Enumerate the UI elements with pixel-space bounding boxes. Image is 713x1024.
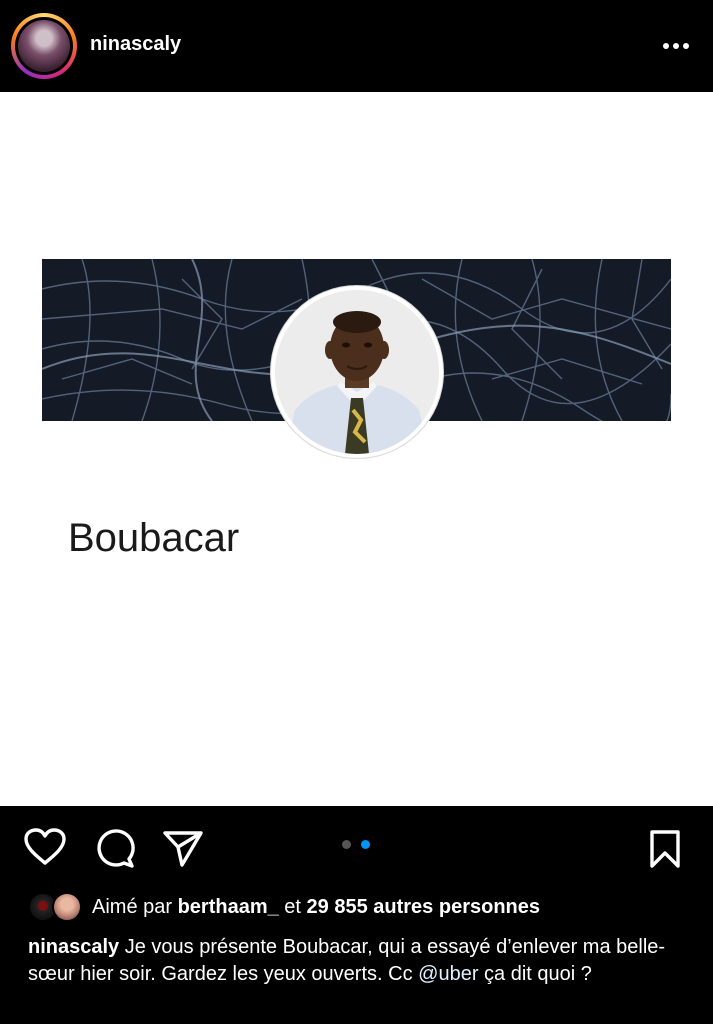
post-caption: ninascaly Je vous présente Boubacar, qui…	[28, 934, 698, 988]
likes-row: Aimé par berthaam_ et 29 855 autres pers…	[0, 888, 713, 924]
avatar-image-frame	[15, 17, 73, 75]
header-username[interactable]: ninascaly	[90, 33, 181, 56]
action-bar	[0, 806, 713, 886]
post-header: ninascaly	[0, 0, 713, 92]
likes-prefix: Aimé par	[92, 896, 178, 918]
driver-portrait	[275, 290, 439, 454]
avatar-image	[18, 20, 70, 72]
caption-username[interactable]: ninascaly	[28, 936, 119, 958]
caption-text-end: ça dit quoi ?	[478, 963, 592, 985]
likes-count[interactable]: 29 855 autres personnes	[307, 896, 540, 918]
comment-icon[interactable]	[95, 829, 135, 869]
driver-name: Boubacar	[68, 516, 240, 560]
share-icon[interactable]	[162, 830, 204, 868]
likes-user[interactable]: berthaam_	[178, 896, 279, 918]
liker-avatar[interactable]	[52, 892, 82, 922]
caption-mention[interactable]: @uber	[418, 963, 478, 985]
post-image[interactable]: Boubacar	[0, 92, 713, 806]
heart-icon[interactable]	[24, 828, 66, 866]
bookmark-icon[interactable]	[649, 829, 681, 869]
driver-photo	[271, 286, 443, 458]
more-horizontal-icon[interactable]	[660, 36, 692, 56]
carousel-dot-2	[361, 840, 370, 849]
carousel-dot-1	[342, 840, 351, 849]
likes-middle: et	[278, 896, 307, 918]
likes-summary[interactable]: Aimé par berthaam_ et 29 855 autres pers…	[92, 896, 540, 919]
profile-avatar[interactable]	[11, 13, 77, 79]
